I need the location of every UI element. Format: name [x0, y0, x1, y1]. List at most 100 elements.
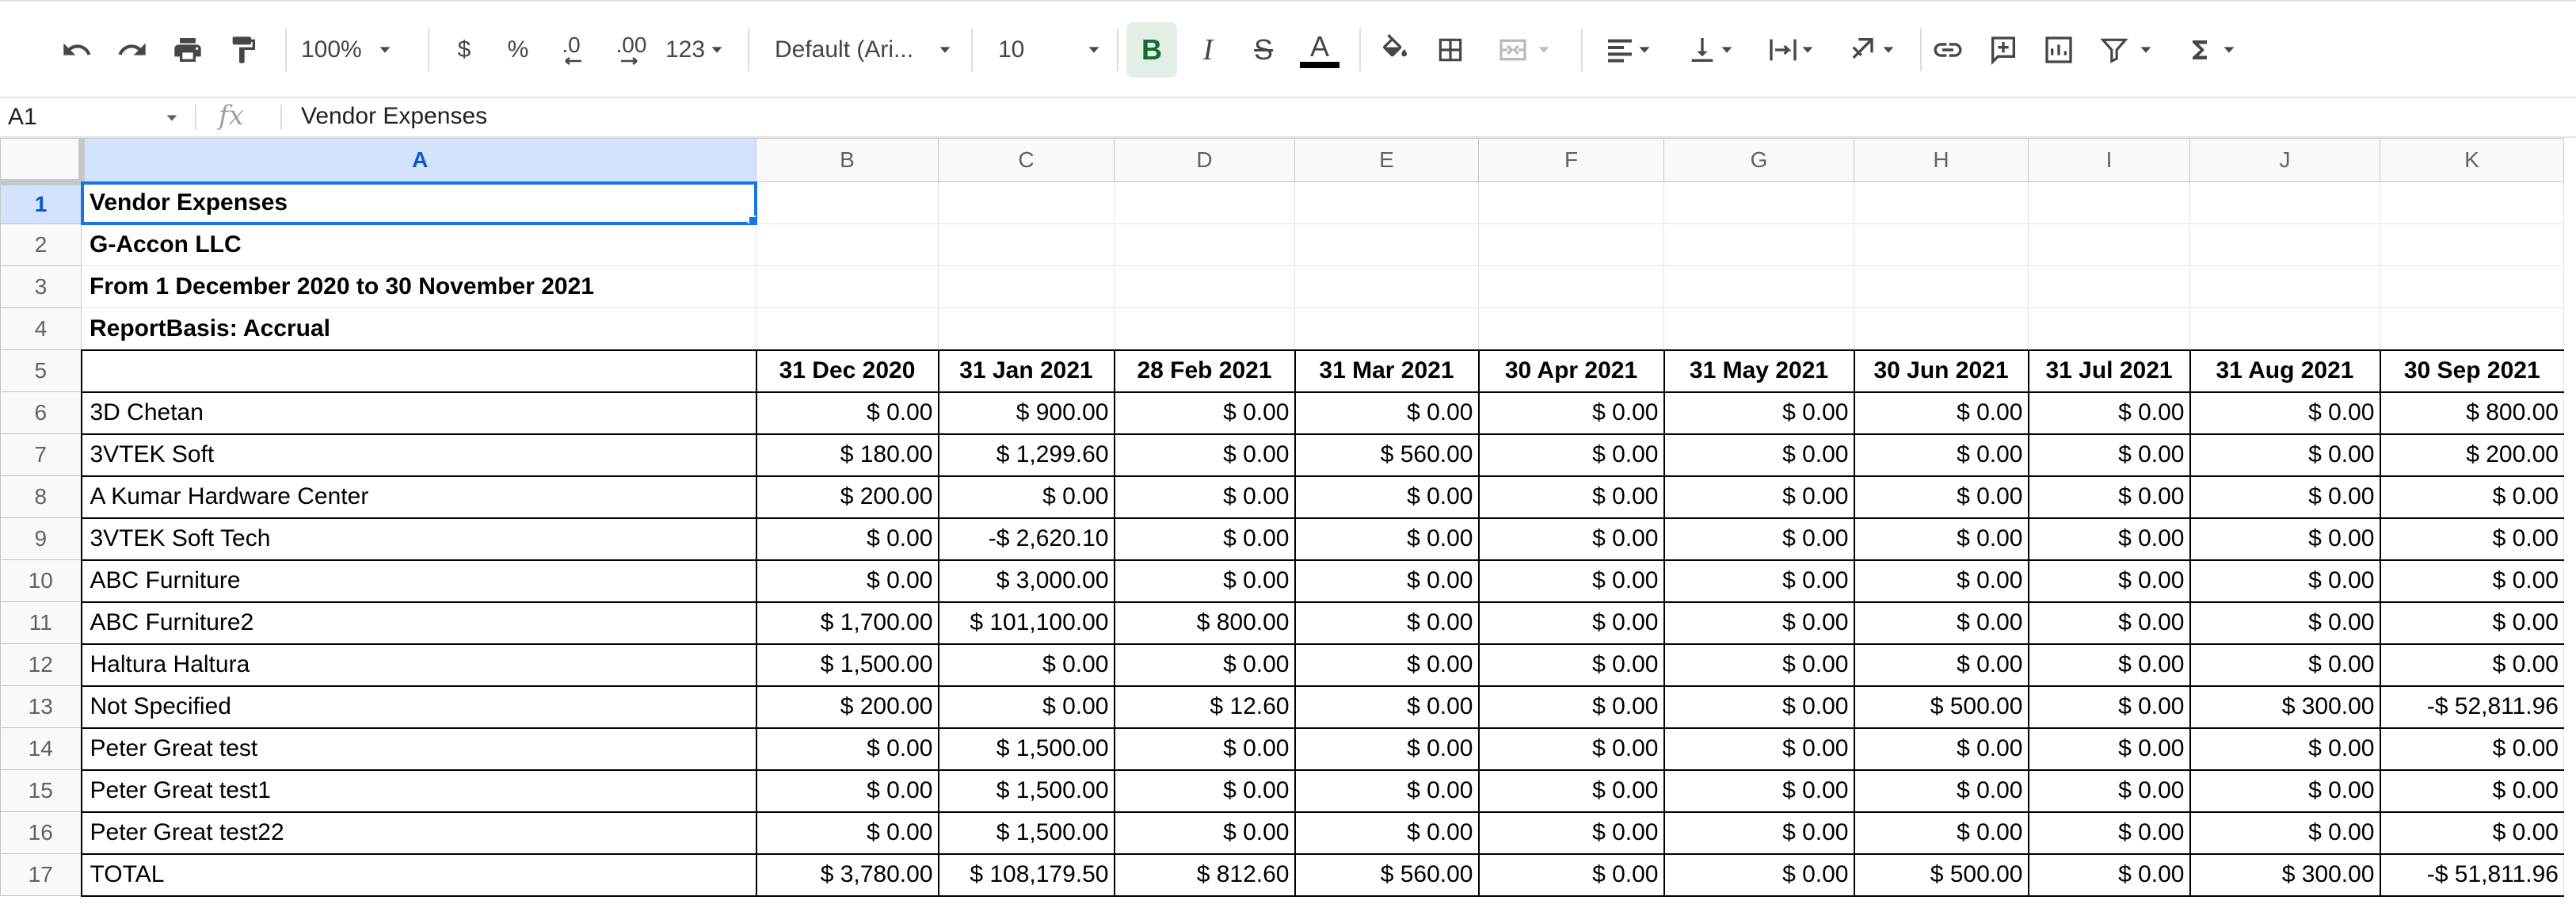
amount-cell[interactable]: $ 0.00: [1663, 601, 1854, 644]
amount-cell[interactable]: $ 0.00: [2189, 643, 2380, 686]
amount-cell[interactable]: $ 0.00: [2189, 517, 2380, 560]
cell-h3[interactable]: [1854, 265, 2029, 308]
period-header-cell[interactable]: 31 Aug 2021: [2189, 349, 2380, 392]
cell-e1[interactable]: [1294, 181, 1479, 224]
amount-cell[interactable]: $ 0.00: [1477, 811, 1664, 854]
amount-cell[interactable]: $ 0.00: [755, 811, 939, 854]
amount-cell[interactable]: $ 0.00: [2027, 853, 2190, 897]
cell-f2[interactable]: [1478, 223, 1664, 266]
amount-cell[interactable]: $ 300.00: [2189, 685, 2380, 728]
strikethrough-button[interactable]: S: [1239, 22, 1288, 78]
amount-cell[interactable]: $ 0.00: [2379, 475, 2564, 518]
amount-cell[interactable]: $ 0.00: [2027, 559, 2190, 602]
cell-h1[interactable]: [1854, 181, 2029, 224]
cell-i1[interactable]: [2028, 181, 2190, 224]
amount-cell[interactable]: $ 0.00: [1663, 727, 1854, 770]
vendor-name-cell[interactable]: Peter Great test22: [80, 811, 756, 854]
amount-cell[interactable]: $ 0.00: [1113, 643, 1295, 686]
amount-cell[interactable]: $ 180.00: [755, 433, 939, 476]
cell-j1[interactable]: [2189, 181, 2380, 224]
amount-cell[interactable]: $ 800.00: [2379, 391, 2564, 434]
cell-c3[interactable]: [938, 265, 1115, 308]
amount-cell[interactable]: $ 0.00: [1113, 769, 1295, 812]
amount-cell[interactable]: $ 0.00: [937, 475, 1115, 518]
amount-cell[interactable]: $ 0.00: [1113, 559, 1295, 602]
amount-cell[interactable]: $ 800.00: [1113, 601, 1295, 644]
row-header-10[interactable]: 10: [0, 559, 82, 602]
amount-cell[interactable]: $ 0.00: [1853, 391, 2029, 434]
amount-cell[interactable]: $ 0.00: [1663, 475, 1854, 518]
font-size-select[interactable]: 10: [987, 22, 1106, 78]
horizontal-align-button[interactable]: [1595, 22, 1662, 78]
amount-cell[interactable]: $ 0.00: [1294, 475, 1479, 518]
amount-cell[interactable]: $ 900.00: [937, 391, 1115, 434]
amount-cell[interactable]: $ 0.00: [1853, 475, 2029, 518]
amount-cell[interactable]: $ 12.60: [1113, 685, 1295, 728]
amount-cell[interactable]: $ 0.00: [1663, 559, 1854, 602]
amount-cell[interactable]: $ 0.00: [1113, 433, 1295, 476]
period-header-cell[interactable]: 31 Mar 2021: [1294, 349, 1479, 392]
row-header-8[interactable]: 8: [0, 475, 82, 518]
cell-d4[interactable]: [1114, 307, 1295, 350]
amount-cell[interactable]: $ 0.00: [937, 643, 1115, 686]
row-header-15[interactable]: 15: [0, 769, 82, 812]
amount-cell[interactable]: $ 0.00: [2379, 601, 2564, 644]
paint-format-button[interactable]: [219, 22, 268, 78]
amount-cell[interactable]: $ 0.00: [2027, 433, 2190, 476]
row-header-4[interactable]: 4: [0, 307, 82, 350]
fill-color-button[interactable]: [1370, 22, 1419, 78]
period-header-cell[interactable]: 31 Dec 2020: [755, 349, 939, 392]
cell-i2[interactable]: [2028, 223, 2190, 266]
amount-cell[interactable]: $ 0.00: [1294, 769, 1479, 812]
amount-cell[interactable]: $ 0.00: [1294, 601, 1479, 644]
amount-cell[interactable]: $ 0.00: [755, 517, 939, 560]
column-header-d[interactable]: D: [1114, 138, 1295, 182]
cell-k1[interactable]: [2380, 181, 2564, 224]
amount-cell[interactable]: $ 0.00: [1113, 727, 1295, 770]
amount-cell[interactable]: $ 0.00: [755, 559, 939, 602]
amount-cell[interactable]: $ 0.00: [2379, 769, 2564, 812]
amount-cell[interactable]: $ 0.00: [1294, 727, 1479, 770]
decrease-decimal-button[interactable]: .0: [547, 22, 596, 78]
amount-cell[interactable]: $ 560.00: [1294, 433, 1479, 476]
vendor-name-cell[interactable]: ABC Furniture: [80, 559, 756, 602]
row-header-7[interactable]: 7: [0, 433, 82, 476]
amount-cell[interactable]: $ 1,500.00: [937, 769, 1115, 812]
vendor-name-cell[interactable]: 3D Chetan: [80, 391, 756, 434]
amount-cell[interactable]: $ 0.00: [1294, 391, 1479, 434]
amount-cell[interactable]: $ 3,780.00: [755, 853, 939, 897]
amount-cell[interactable]: $ 0.00: [1477, 475, 1664, 518]
amount-cell[interactable]: $ 0.00: [2189, 811, 2380, 854]
cell-d2[interactable]: [1114, 223, 1295, 266]
amount-cell[interactable]: $ 0.00: [1663, 391, 1854, 434]
cell-h4[interactable]: [1854, 307, 2029, 350]
amount-cell[interactable]: $ 0.00: [1477, 643, 1664, 686]
name-box[interactable]: A1: [0, 98, 187, 136]
font-family-select[interactable]: Default (Ari...: [765, 22, 958, 78]
select-all-corner[interactable]: [0, 138, 85, 185]
amount-cell[interactable]: $ 0.00: [1663, 769, 1854, 812]
cell-b4[interactable]: [756, 307, 939, 350]
merge-cells-button[interactable]: [1481, 22, 1568, 78]
amount-cell[interactable]: $ 0.00: [2027, 685, 2190, 728]
amount-cell[interactable]: $ 0.00: [1294, 643, 1479, 686]
period-header-cell[interactable]: 31 Jan 2021: [937, 349, 1115, 392]
vertical-align-button[interactable]: [1678, 22, 1744, 78]
amount-cell[interactable]: $ 0.00: [1113, 475, 1295, 518]
amount-cell[interactable]: $ 0.00: [755, 391, 939, 434]
row-header-17[interactable]: 17: [0, 853, 82, 896]
row-header-2[interactable]: 2: [0, 223, 82, 266]
report-title-cell[interactable]: Vendor Expenses: [80, 181, 757, 225]
cell-k4[interactable]: [2380, 307, 2564, 350]
row-header-11[interactable]: 11: [0, 601, 82, 644]
amount-cell[interactable]: $ 0.00: [2189, 601, 2380, 644]
undo-button[interactable]: [52, 22, 101, 78]
cell-d1[interactable]: [1114, 181, 1295, 224]
cell-e3[interactable]: [1294, 265, 1479, 308]
amount-cell[interactable]: $ 0.00: [1477, 433, 1664, 476]
cell-i4[interactable]: [2028, 307, 2190, 350]
amount-cell[interactable]: $ 0.00: [1663, 685, 1854, 728]
zoom-select[interactable]: 100%: [301, 22, 420, 78]
amount-cell[interactable]: $ 0.00: [1113, 391, 1295, 434]
amount-cell[interactable]: $ 0.00: [755, 769, 939, 812]
